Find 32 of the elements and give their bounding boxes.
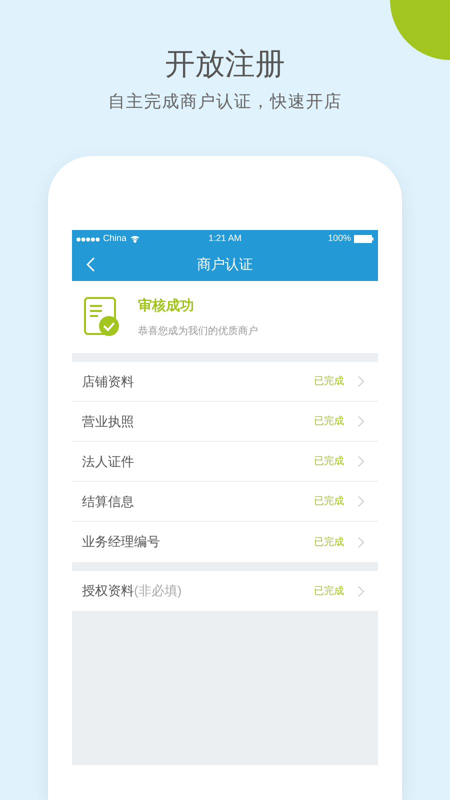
row-note: (非必填) (134, 582, 182, 600)
row-label: 结算信息 (82, 492, 134, 511)
battery-percent: 100% (328, 232, 351, 246)
status-time: 1:21 AM (208, 232, 242, 246)
row-label: 授权资料 (82, 582, 134, 600)
result-message: 恭喜您成为我们的优质商户 (138, 324, 258, 339)
carrier-name: China (103, 232, 127, 246)
chevron-icon (358, 456, 364, 467)
row-status: 已完成 (314, 536, 344, 550)
row-status: 已完成 (314, 584, 344, 598)
row-label: 业务经理编号 (82, 533, 160, 552)
battery-icon (354, 235, 374, 243)
subtitle: 自主完成商户认证，快速开店 (108, 91, 342, 113)
headline: 开放注册 (165, 47, 285, 83)
back-icon[interactable] (86, 257, 95, 272)
wifi-icon (130, 235, 140, 243)
nav-title: 商户认证 (197, 255, 253, 274)
chevron-icon (358, 496, 364, 507)
result-title: 审核成功 (138, 296, 195, 315)
row-label: 店铺资料 (82, 372, 134, 391)
row-status: 已完成 (314, 454, 344, 469)
row-status: 已完成 (314, 494, 344, 509)
chevron-icon (358, 586, 364, 596)
chevron-icon (358, 376, 364, 387)
chevron-icon (358, 536, 364, 548)
signal-dots-icon (76, 236, 100, 242)
chevron-icon (358, 416, 364, 427)
approved-document-icon (84, 297, 120, 337)
row-label: 营业执照 (82, 412, 134, 431)
row-status: 已完成 (314, 414, 344, 429)
row-status: 已完成 (314, 374, 344, 389)
row-label: 法人证件 (82, 452, 134, 471)
